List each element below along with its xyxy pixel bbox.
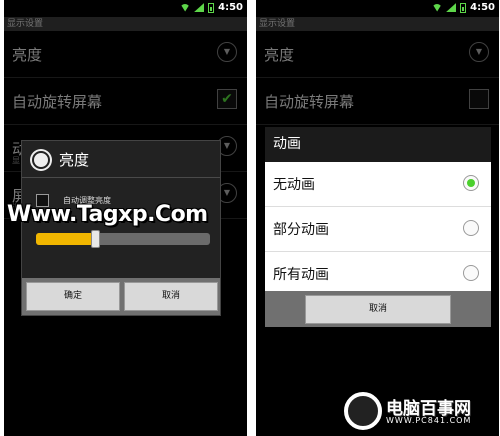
radio-unselected-icon[interactable] (463, 265, 479, 281)
clock: 4:50 (218, 2, 243, 13)
cancel-button[interactable]: 取消 (305, 295, 451, 324)
battery-icon (460, 2, 467, 13)
status-bar: 4:50 (4, 0, 247, 17)
dialog-button-bar: 取消 (265, 291, 491, 327)
cancel-button[interactable]: 取消 (124, 282, 218, 311)
slider-thumb[interactable] (91, 230, 101, 248)
animation-options: 无动画部分动画所有动画 (265, 162, 491, 297)
signal-icon (194, 3, 205, 12)
dialog-header: 亮度 (22, 141, 220, 178)
slider-fill (36, 233, 96, 245)
option-label: 部分动画 (273, 222, 329, 238)
radio-unselected-icon[interactable] (463, 220, 479, 236)
dialog-button-bar: 确定 取消 (22, 278, 220, 315)
wifi-icon (432, 3, 443, 12)
brightness-slider[interactable] (36, 230, 210, 248)
clock: 4:50 (470, 2, 495, 13)
option-label: 所有动画 (273, 267, 329, 283)
wifi-icon (180, 3, 191, 12)
brightness-dialog: 亮度 自动调整亮度 确定 取消 (21, 140, 221, 316)
animation-option[interactable]: 无动画 (265, 162, 491, 207)
option-label: 无动画 (273, 177, 315, 193)
watermark-text: Www.Tagxp.Com (7, 202, 208, 227)
ok-button[interactable]: 确定 (26, 282, 120, 311)
brightness-icon (32, 151, 50, 169)
signal-icon (446, 3, 457, 12)
animation-dialog: 动画 无动画部分动画所有动画 取消 (265, 127, 491, 327)
dialog-title: 亮度 (59, 151, 90, 169)
status-bar: 4:50 (256, 0, 499, 17)
animation-option[interactable]: 部分动画 (265, 207, 491, 252)
radio-selected-icon[interactable] (463, 175, 479, 191)
logo-url: WWW.PC841.COM (386, 416, 472, 425)
dialog-title: 动画 (265, 127, 491, 162)
site-logo: 电脑百事网 WWW.PC841.COM (340, 390, 500, 436)
logo-mark-icon (344, 392, 382, 430)
battery-icon (208, 2, 215, 13)
